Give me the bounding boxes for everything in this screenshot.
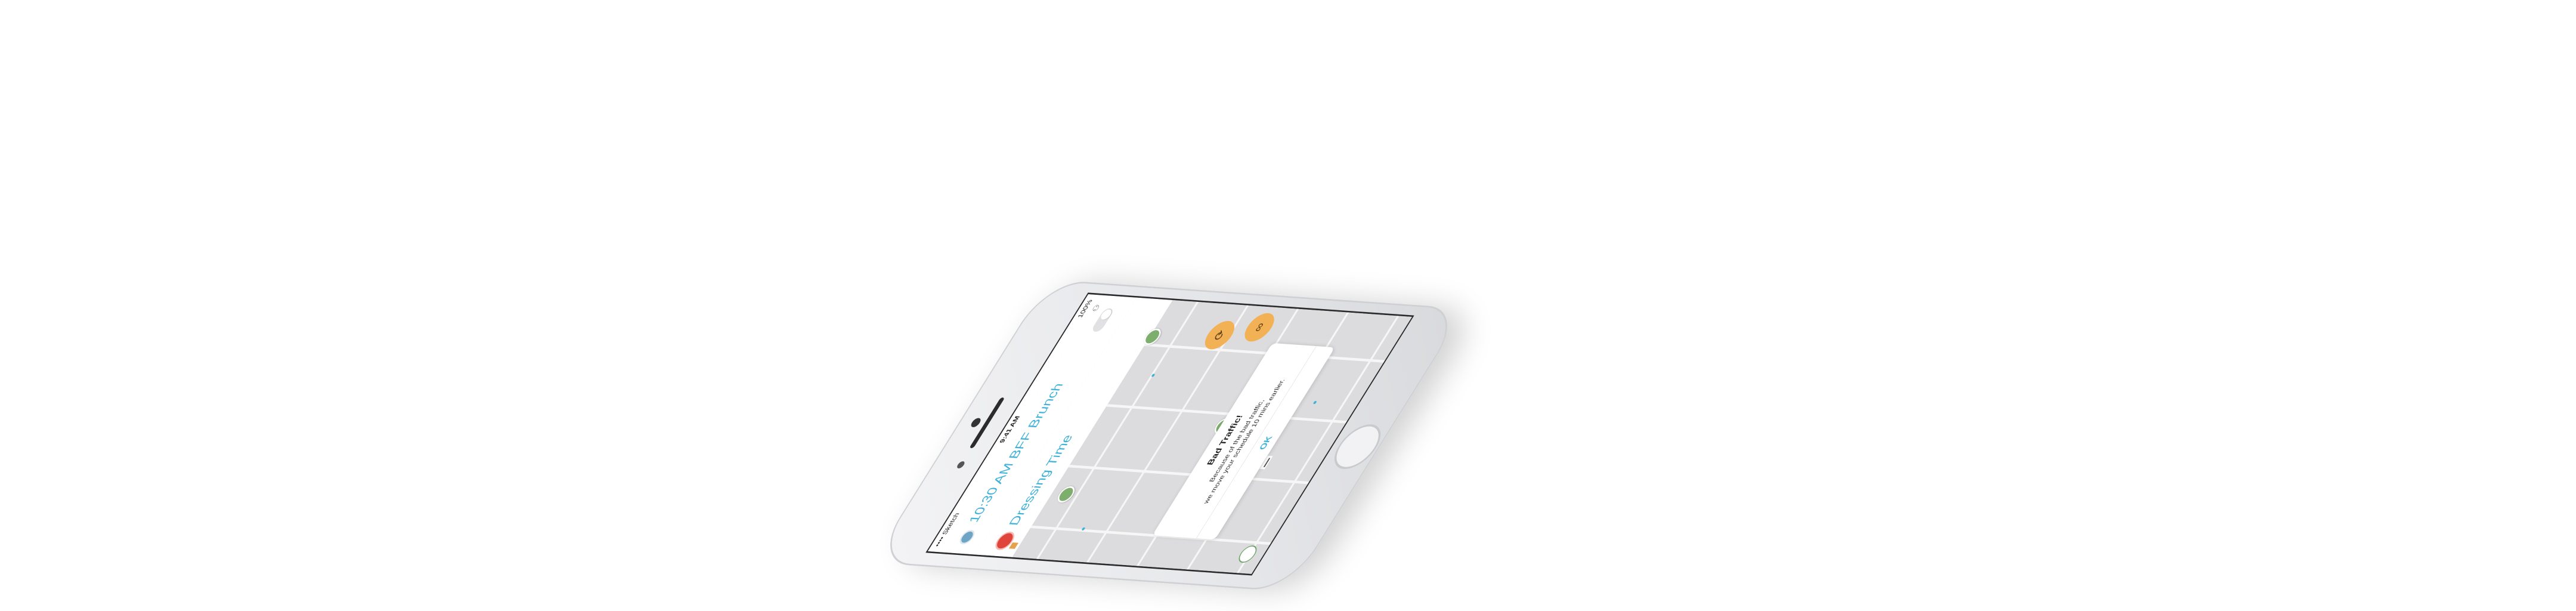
phone-body: •••• Sketch 9:41 AM 100% ⚇ 10:30 AM BFF … xyxy=(871,279,1466,592)
map-route-dot xyxy=(1312,400,1317,405)
share-icon[interactable]: ⟳ xyxy=(1199,320,1240,350)
map-route-dot xyxy=(1081,527,1086,531)
map-route-dot xyxy=(1151,374,1156,377)
phone-mockup: •••• Sketch 9:41 AM 100% ⚇ 10:30 AM BFF … xyxy=(853,161,1521,592)
bad-traffic-dialog: Bad Traffic! Because of the bad traffic,… xyxy=(1152,342,1335,540)
map-pin-user[interactable] xyxy=(1054,486,1078,503)
front-camera xyxy=(969,418,983,428)
event-avatar xyxy=(956,529,978,545)
route-icon[interactable]: ∞ xyxy=(1239,312,1280,342)
proximity-sensor xyxy=(955,461,966,469)
phone-screen: •••• Sketch 9:41 AM 100% ⚇ 10:30 AM BFF … xyxy=(925,292,1414,576)
dialog-message: Because of the bad traffic, we move your… xyxy=(1173,344,1308,538)
stage: •••• Sketch 9:41 AM 100% ⚇ 10:30 AM BFF … xyxy=(0,0,2576,611)
compass-icon[interactable] xyxy=(1235,545,1261,563)
dialog-message-line2: we move your schedule 10 mins earlier. xyxy=(1202,379,1287,504)
